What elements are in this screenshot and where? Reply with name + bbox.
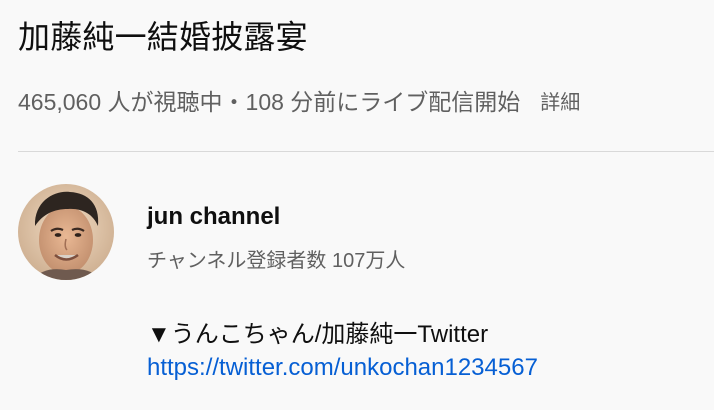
video-meta-row: 465,060 人が視聴中・108 分前にライブ配信開始 詳細	[18, 80, 580, 120]
twitter-link[interactable]: https://twitter.com/unkochan1234567	[147, 354, 538, 382]
details-button[interactable]: 詳細	[540, 86, 580, 115]
view-and-start-info: 465,060 人が視聴中・108 分前にライブ配信開始	[18, 89, 521, 115]
channel-avatar[interactable]	[18, 184, 114, 280]
channel-name[interactable]: jun channel	[147, 203, 280, 231]
subscriber-count: チャンネル登録者数 107万人	[147, 250, 406, 272]
section-divider	[18, 151, 714, 152]
avatar-image	[18, 184, 114, 280]
description-line: ▼うんこちゃん/加藤純一Twitter	[147, 321, 489, 348]
video-title: 加藤純一結婚披露宴	[18, 19, 308, 55]
